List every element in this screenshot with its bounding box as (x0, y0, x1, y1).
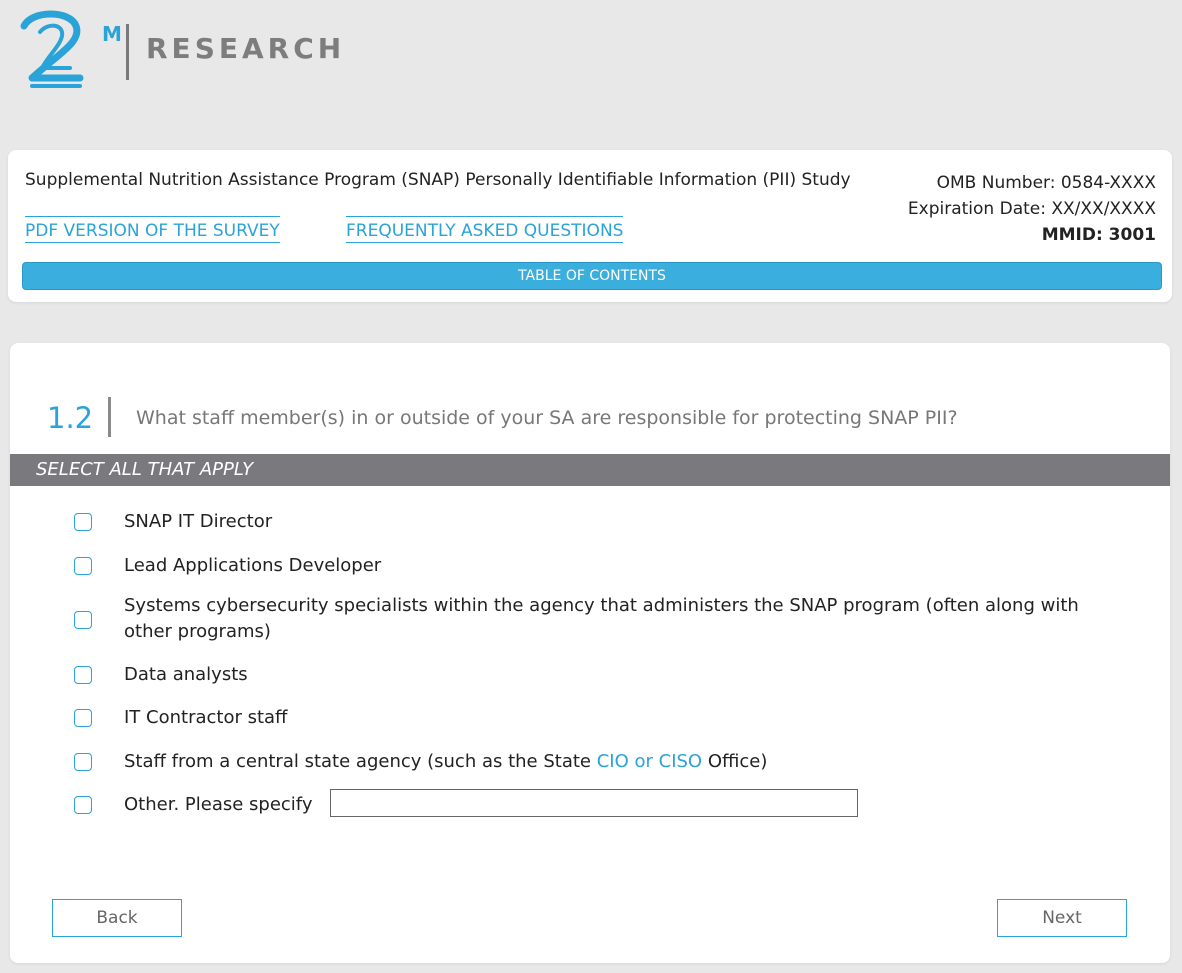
option-checkbox[interactable] (74, 557, 92, 575)
option-label-line: other programs) (124, 621, 271, 642)
logo-divider (126, 24, 129, 80)
study-title: Supplemental Nutrition Assistance Progra… (25, 170, 851, 190)
pdf-version-link[interactable]: PDF VERSION OF THE SURVEY (25, 216, 280, 243)
option-label[interactable]: IT Contractor staff (124, 705, 287, 731)
select-all-instruction: SELECT ALL THAT APPLY (10, 454, 1170, 486)
option-label[interactable]: Staff from a central state agency (such … (124, 749, 767, 775)
option-row: SNAP IT Director (74, 511, 272, 532)
faq-link[interactable]: FREQUENTLY ASKED QUESTIONS (346, 216, 624, 243)
option-label-text: Office) (702, 751, 768, 772)
omb-info: OMB Number: 0584-XXXX Expiration Date: X… (908, 170, 1156, 248)
option-checkbox[interactable] (74, 709, 92, 727)
option-label[interactable]: SNAP IT Director (124, 509, 272, 535)
two-m-logo-icon (20, 10, 84, 88)
question-card: 1.2 What staff member(s) in or outside o… (10, 343, 1170, 963)
option-label[interactable]: Other. Please specify (124, 792, 312, 818)
option-label[interactable]: Data analysts (124, 662, 248, 688)
logo-wordmark: RESEARCH (146, 32, 346, 65)
logo-superscript: M (102, 22, 122, 46)
question-text: What staff member(s) in or outside of yo… (136, 407, 958, 429)
table-of-contents-button[interactable]: TABLE OF CONTENTS (22, 262, 1162, 290)
header-card: Supplemental Nutrition Assistance Progra… (8, 150, 1172, 302)
option-checkbox[interactable] (74, 666, 92, 684)
option-row: Data analysts (74, 664, 248, 685)
next-button[interactable]: Next (997, 899, 1127, 937)
omb-number: OMB Number: 0584-XXXX (936, 173, 1156, 193)
option-row: Lead Applications Developer (74, 555, 381, 576)
option-label[interactable]: Systems cybersecurity specialists within… (124, 593, 1079, 645)
option-checkbox[interactable] (74, 753, 92, 771)
expiration-date: Expiration Date: XX/XX/XXXX (907, 199, 1156, 219)
option-label[interactable]: Lead Applications Developer (124, 553, 381, 579)
option-checkbox[interactable] (74, 796, 92, 814)
question-divider (108, 397, 111, 437)
cio-ciso-term[interactable]: CIO or CISO (597, 751, 702, 772)
back-button[interactable]: Back (52, 899, 182, 937)
option-label-line: Systems cybersecurity specialists within… (124, 595, 1079, 616)
option-label-text: Staff from a central state agency (such … (124, 751, 597, 772)
mmid: MMID: 3001 (1041, 225, 1156, 245)
option-row: Other. Please specify (74, 794, 312, 815)
option-row: IT Contractor staff (74, 707, 287, 728)
option-checkbox[interactable] (74, 611, 92, 629)
option-row: Systems cybersecurity specialists within… (74, 595, 1079, 642)
other-specify-input[interactable] (330, 789, 858, 817)
logo: M RESEARCH (18, 8, 358, 98)
option-row: Staff from a central state agency (such … (74, 751, 767, 772)
option-checkbox[interactable] (74, 513, 92, 531)
question-number: 1.2 (47, 401, 94, 435)
